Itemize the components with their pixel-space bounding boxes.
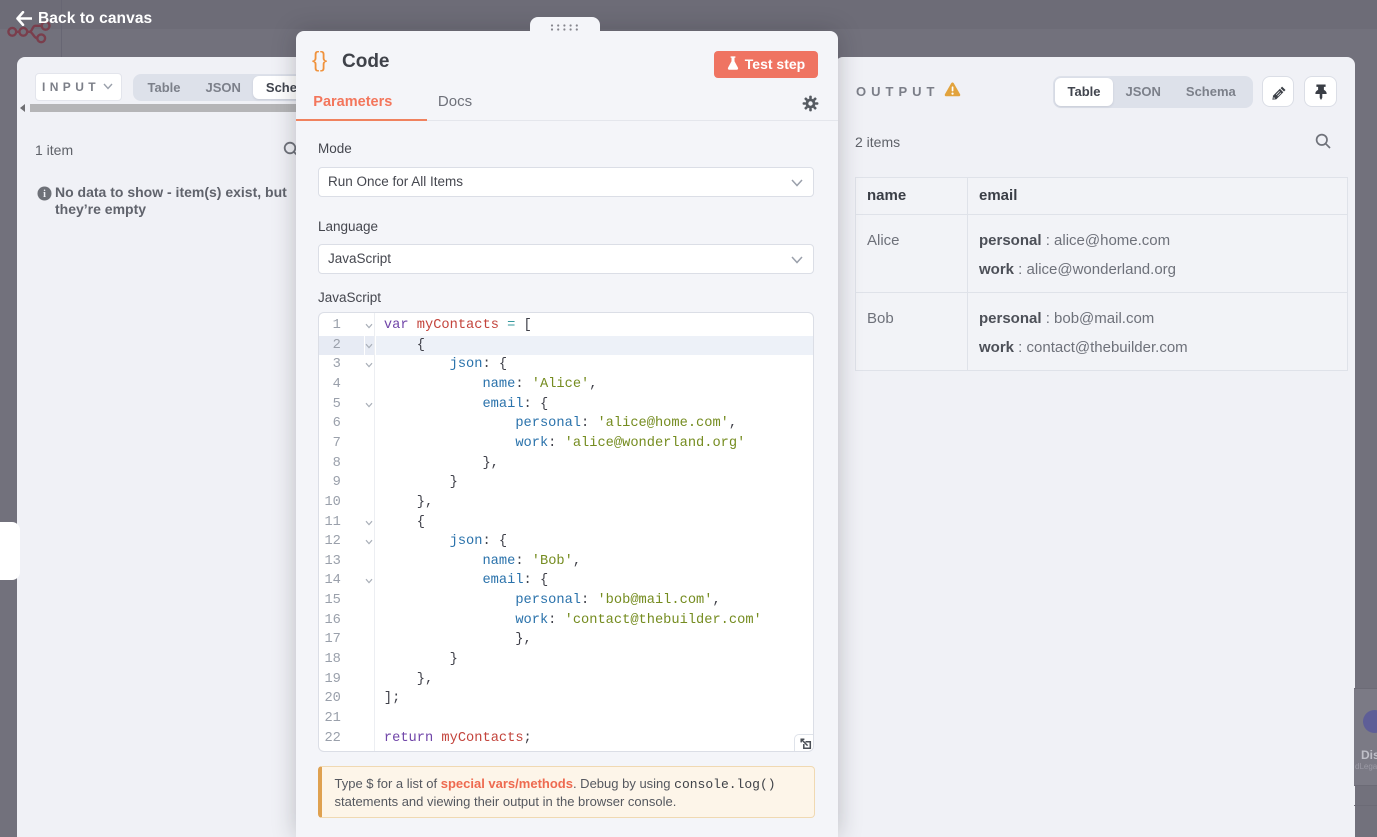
svg-text:i: i xyxy=(43,189,46,200)
